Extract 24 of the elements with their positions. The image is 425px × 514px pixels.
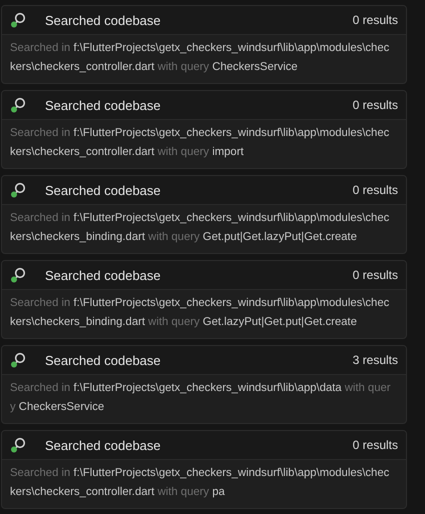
search-description: Searched in f:\FlutterProjects\getx_checkers_windsurf\lib\app\data with query CheckersService [9,381,392,415]
result-count: 0 results [352,438,398,452]
card-title: Searched codebase [45,438,162,452]
card-title: Searched codebase [45,12,162,28]
card-title: Searched codebase [45,268,162,282]
search-description: Searched in f:\FlutterProjects\getx_checkers_windsurf\lib\app\modules\checkers\checkers_controller.dart with query pa [9,466,390,500]
card-title: Searched codebase [45,98,162,112]
search-icon [10,12,28,28]
search-description: Searched in f:\FlutterProjects\getx_checkers_windsurf\lib\app\modules\checkers\checkers_controller.dart with query CheckersService [9,41,390,75]
result-count: 3 results [352,353,398,367]
search-description: Searched in f:\FlutterProjects\getx_checkers_windsurf\lib\app\modules\checkers\checkers_controller.dart with query import [9,126,390,160]
card-title: Searched codebase [45,182,162,198]
search-icon [10,267,28,283]
search-icon [10,97,28,113]
result-count: 0 results [352,183,398,197]
card-title: Searched codebase [45,352,162,368]
result-count: 0 results [352,268,398,282]
search-icon [10,182,28,198]
search-description: Searched in f:\FlutterProjects\getx_checkers_windsurf\lib\app\modules\checkers\checkers_binding.dart with query Get.lazyPut|Get.put|Get.create [9,296,390,330]
result-count: 0 results [352,98,398,112]
search-description: Searched in f:\FlutterProjects\getx_checkers_windsurf\lib\app\modules\checkers\checkers_binding.dart with query Get.put|Get.lazyPut|Get.create [9,211,390,245]
search-icon [10,352,28,368]
search-icon [10,437,28,453]
result-count: 0 results [352,13,398,27]
